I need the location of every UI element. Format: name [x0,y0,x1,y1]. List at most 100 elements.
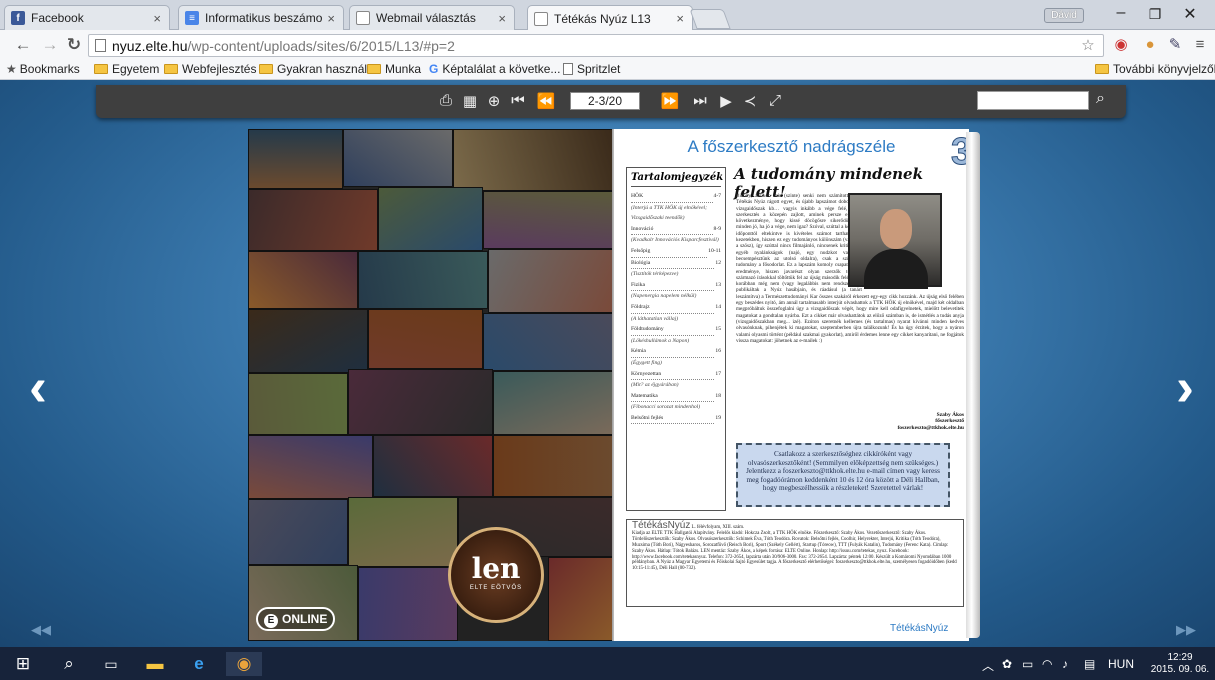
notification-icon[interactable]: ▤ [1084,657,1095,671]
toc-entry-name: Földtudomány [631,324,715,336]
bookmark-folder[interactable]: Webfejlesztés [164,62,256,76]
folder-icon [94,64,108,74]
language-indicator[interactable]: HUN [1108,657,1134,671]
share-icon[interactable]: ≺ [740,92,760,110]
profile-badge[interactable]: Dávid [1044,8,1084,23]
menu-icon[interactable]: ≡ [1190,35,1210,55]
tab-close-icon[interactable]: × [327,11,335,26]
task-view-icon[interactable]: ▭ [98,652,124,676]
toc-row: Belsőtni fejlés 19 [631,413,721,425]
bookmark-folder[interactable]: Gyakran használt [259,62,370,76]
chrome-icon[interactable]: ◉ [226,652,262,676]
collage-photo [483,191,613,249]
signature-email: foszerkeszto@ttkhok.elte.hu [897,424,964,431]
bookmark-label: Képtalálat a követke... [442,62,561,76]
bookmark-folder[interactable]: Munka [367,62,421,76]
toc-entry-name: (Tisztítók térképezve) [631,271,679,278]
tab-title: Webmail választás [376,11,476,25]
tray-app-icon[interactable]: ✿ [1002,657,1012,671]
previous-arrow-icon[interactable]: ‹ [18,360,58,414]
logo-subtext: ELTE EÖTVÖS [469,585,523,591]
address-bar[interactable]: nyuz.elte.hu/wp-content/uploads/sites/6/… [88,34,1104,57]
toc-entry-name: Belsőtni fejlés [631,413,715,425]
collage-photo [348,369,493,435]
maximize-icon[interactable]: ❐ [1140,6,1170,23]
tab[interactable]: Tétékás Nyúz L13 × [527,5,693,31]
collage-photo [488,249,613,313]
fullscreen-icon[interactable]: ⤢ [765,92,785,109]
battery-icon[interactable]: ▭ [1022,657,1033,671]
other-bookmarks[interactable]: További könyvjelzők [1095,62,1215,76]
bookmark-label: További könyvjelzők [1113,62,1215,76]
bookmark-link[interactable]: G Képtalálat a követke... [429,62,560,76]
tab-close-icon[interactable]: × [153,11,161,26]
thumbnails-icon[interactable]: ▦ [460,92,480,110]
autoplay-icon[interactable]: ▶ [716,92,736,110]
left-page-collage[interactable]: len ELTE EÖTVÖS E ONLINE [248,129,613,641]
collage-photo [548,557,613,641]
tab-close-icon[interactable]: × [676,11,684,26]
elte-online-badge: E ONLINE [256,607,336,631]
bookmark-folder[interactable]: Egyetem [94,62,159,76]
toc-row: Felsőpig 10-11 [631,246,721,258]
minimize-icon[interactable]: – [1106,4,1136,22]
toc-row: (Kvadkalr Innovációs Kisparcfesztivál) [631,235,721,246]
bookmark-label: Webfejlesztés [182,62,257,76]
last-page-icon[interactable]: ⏭ [690,92,710,109]
tab[interactable]: Webmail választás × [349,5,515,30]
last-spread-icon[interactable]: ▶▶ [1176,622,1196,638]
editor-portrait [848,193,942,289]
previous-page-icon[interactable]: ⏪ [536,92,556,110]
zoom-icon[interactable]: ⊕ [484,92,504,110]
edge-icon[interactable]: e [186,652,212,676]
eyedropper-extension-icon[interactable]: ✎ [1165,35,1185,55]
toc-row: Innováció 8-9 [631,224,721,236]
first-spread-icon[interactable]: ◀◀ [31,622,51,638]
wifi-icon[interactable]: ◠ [1042,657,1052,671]
clock[interactable]: 12:29 2015. 09. 06. [1150,652,1210,676]
collage-photo [248,189,378,251]
bookmark-star-icon[interactable]: ☆ [1078,36,1098,56]
page-curl[interactable] [966,132,980,638]
footer-brand: TétékásNyúz [890,623,949,634]
page-indicator[interactable]: 2-3/20 [570,92,640,110]
page-icon [356,11,370,25]
search-icon[interactable]: ⌕ [56,652,82,676]
search-input[interactable] [977,91,1089,110]
collage-photo [248,373,348,435]
close-icon[interactable]: ✕ [1175,4,1205,24]
bookmark-link[interactable]: Spritzlet [563,62,620,76]
bookmarks-star-label[interactable]: ★ Bookmarks [6,62,80,76]
tab[interactable]: ≡ Informatikus beszámoló 2 × [178,5,344,30]
next-arrow-icon[interactable]: › [1165,360,1205,414]
new-tab-button[interactable] [689,9,731,29]
volume-icon[interactable]: ♪ [1062,657,1068,671]
toc-row: (A láthatatlan vállaj) [631,314,721,325]
tab-title: Facebook [31,11,84,25]
collage-photo [373,435,493,497]
print-icon[interactable]: ⎙ [436,92,456,109]
cookie-extension-icon[interactable]: ● [1140,35,1160,55]
first-page-icon[interactable]: ⏮ [508,92,528,109]
toc-entry-page: 15 [715,326,721,333]
collage-photo [248,435,373,499]
tab-close-icon[interactable]: × [498,11,506,26]
reload-icon[interactable]: ↻ [64,36,84,54]
bookmark-label: Gyakran használt [277,62,371,76]
forward-icon[interactable]: → [40,36,60,54]
toc-entry-page: 4-7 [713,193,721,199]
toc-entry-page: 12 [715,259,721,266]
start-icon[interactable]: ⊞ [10,652,36,676]
toc-entry-name: (Interjú a TTK HÖK új elnökével; Vizsgai… [631,204,707,222]
extension-q-icon[interactable]: ◉ [1111,35,1131,55]
tab[interactable]: f Facebook × [4,5,170,30]
file-explorer-icon[interactable]: ▬ [142,652,168,676]
tray-chevron-icon[interactable]: ︿ [982,657,994,674]
right-page[interactable]: A főszerkesztő nadrágszéle 3 Tartalomjeg… [614,129,969,641]
back-icon[interactable]: ← [13,36,33,54]
next-page-icon[interactable]: ⏩ [660,92,680,110]
search-icon[interactable]: ⌕ [1096,90,1105,108]
url-host: nyuz.elte.hu [112,37,188,54]
table-of-contents: Tartalomjegyzék HÖK 4-7 (Interjú a TTK HÖK… [626,167,726,511]
tab-title: Tétékás Nyúz L13 [554,11,651,26]
